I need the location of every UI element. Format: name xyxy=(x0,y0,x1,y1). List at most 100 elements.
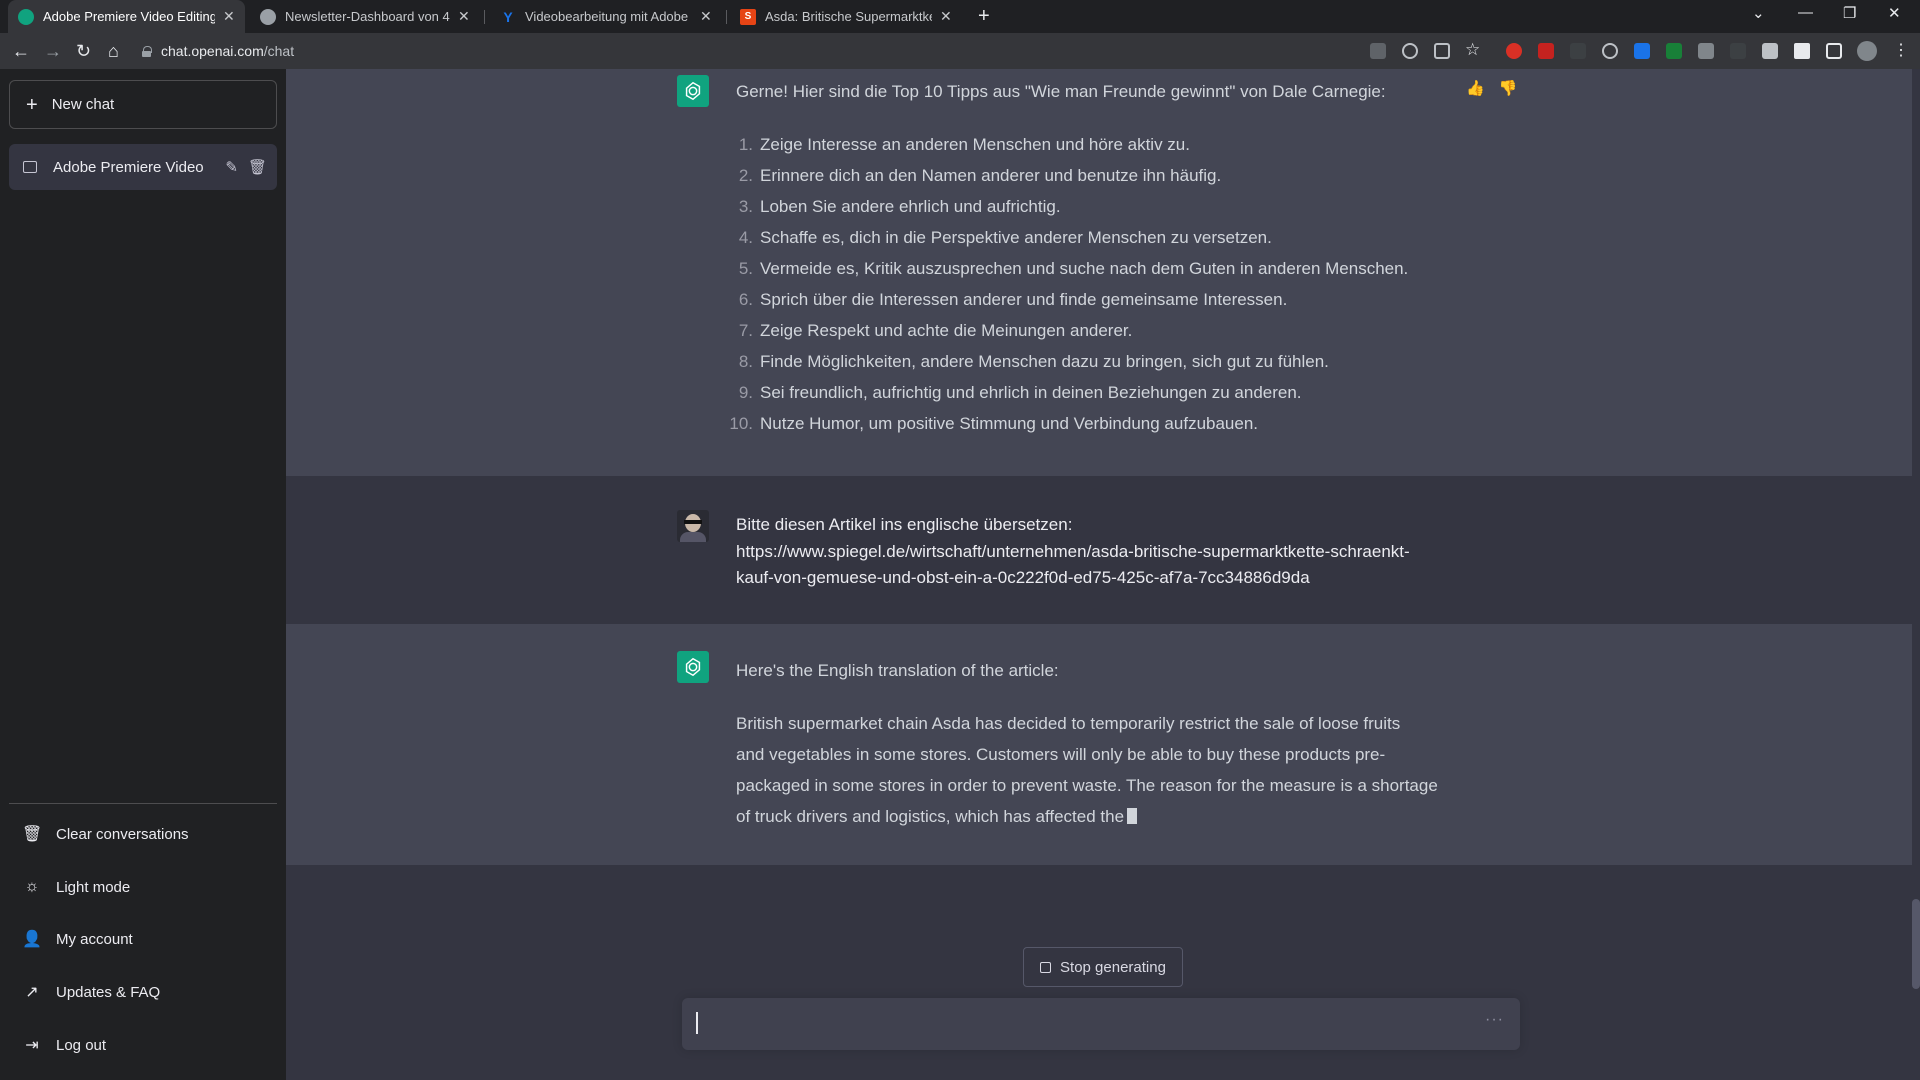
new-chat-button[interactable]: + New chat xyxy=(9,80,277,129)
message-intro: Gerne! Hier sind die Top 10 Tipps aus "W… xyxy=(736,82,1386,101)
download-icon[interactable] xyxy=(1666,43,1682,59)
sidebar-item-label: My account xyxy=(56,930,133,948)
lastpass-icon[interactable] xyxy=(1538,43,1554,59)
translator-icon[interactable] xyxy=(1634,43,1650,59)
list-item: 4. Schaffe es, dich in die Perspektive an… xyxy=(738,228,1272,247)
adblock-icon[interactable] xyxy=(1506,43,1522,59)
my-account-button[interactable]: 👤 My account xyxy=(9,917,277,961)
log-out-button[interactable]: ⇥ Log out xyxy=(9,1023,277,1067)
message-input[interactable]: ··· xyxy=(682,998,1520,1050)
list-item: 10. Nutze Humor, um positive Stimmung und… xyxy=(729,414,1259,433)
thumbs-down-icon[interactable]: 👎 xyxy=(1499,80,1518,97)
trash-icon: 🗑 xyxy=(22,826,43,843)
list-item: 2. Erinnere dich an den Namen anderer und… xyxy=(738,166,1222,185)
close-window-icon[interactable]: ✕ xyxy=(1888,4,1901,22)
sidepanel-icon[interactable] xyxy=(1826,43,1842,59)
external-link-icon: ↗ xyxy=(25,984,39,1001)
vpn-icon[interactable] xyxy=(1602,43,1618,59)
video-favicon-icon: Y xyxy=(503,8,513,25)
stop-icon xyxy=(1040,961,1052,973)
light-mode-button[interactable]: ☼ Light mode xyxy=(9,865,277,909)
profile-icon[interactable] xyxy=(1857,41,1877,61)
message-content: Gerne! Hier sind die Top 10 Tipps aus "W… xyxy=(729,78,1456,439)
list-item: 1. Zeige Interesse an anderen Menschen un… xyxy=(738,135,1190,154)
tab-title: Newsletter-Dashboard von 4eck xyxy=(285,9,450,24)
close-tab-icon[interactable]: ✕ xyxy=(940,8,952,25)
conversation-label: Adobe Premiere Video xyxy=(53,158,204,176)
conversation-item[interactable]: Adobe Premiere Video ✎ 🗑 xyxy=(9,144,277,190)
stop-generating-button[interactable]: Stop generating xyxy=(1023,947,1183,987)
openai-favicon-icon xyxy=(18,8,34,25)
address-bar[interactable]: chat.openai.com/chat xyxy=(142,39,294,63)
clear-conversations-button[interactable]: 🗑 Clear conversations xyxy=(9,812,277,856)
forward-arrow-icon[interactable]: → xyxy=(44,40,62,62)
browser-tab-1[interactable]: Newsletter-Dashboard von 4eck ✕ xyxy=(250,0,480,33)
back-arrow-icon[interactable]: ← xyxy=(12,40,30,62)
bookmark-star-icon[interactable]: ☆ xyxy=(1465,39,1480,61)
close-tab-icon[interactable]: ✕ xyxy=(700,8,712,25)
tab-search-chevron-icon[interactable]: ⌄ xyxy=(1752,4,1765,22)
browser-toolbar: ← → ↻ ⌂ chat.openai.com/chat ☆ ⋮ xyxy=(0,33,1920,69)
list-item: 9. Sei freundlich, aufrichtig und ehrlich… xyxy=(738,383,1302,402)
user-message: Bitte diesen Artikel ins englische übers… xyxy=(286,476,1912,624)
url-host: chat.openai.com xyxy=(161,43,264,59)
tab-title: Videobearbeitung mit Adobe Pre xyxy=(525,9,692,24)
tips-list: 1. Zeige Interesse an anderen Menschen un… xyxy=(729,129,1456,439)
zoom-icon[interactable] xyxy=(1402,43,1418,59)
sidebar: + New chat Adobe Premiere Video ✎ 🗑 🗑 Cl… xyxy=(0,69,286,1080)
list-item: 3. Loben Sie andere ehrlich und aufrichti… xyxy=(738,197,1061,216)
globe-favicon-icon xyxy=(260,8,276,25)
ext-icon[interactable] xyxy=(1730,43,1746,59)
list-item: 5. Vermeide es, Kritik auszusprechen und … xyxy=(738,259,1409,278)
menu-icon[interactable]: ⋮ xyxy=(1893,40,1909,62)
close-tab-icon[interactable]: ✕ xyxy=(458,8,470,25)
edit-icon[interactable]: ✎ xyxy=(225,158,238,176)
puzzle-icon[interactable] xyxy=(1794,43,1810,59)
message-line: Bitte diesen Artikel ins englische übers… xyxy=(736,515,1073,534)
minimize-icon[interactable]: — xyxy=(1798,4,1813,21)
loading-dots: ··· xyxy=(1485,1011,1504,1028)
tab-separator xyxy=(726,10,727,24)
browser-tabstrip: Adobe Premiere Video Editing. ✕ Newslett… xyxy=(0,0,1920,33)
updates-faq-link[interactable]: ↗ Updates & FAQ xyxy=(9,970,277,1014)
browser-tab-2[interactable]: Y Videobearbeitung mit Adobe Pre ✕ xyxy=(490,0,722,33)
list-item: 7. Zeige Respekt und achte die Meinungen … xyxy=(738,321,1133,340)
browser-tab-0[interactable]: Adobe Premiere Video Editing. ✕ xyxy=(8,0,245,33)
chat-area: Gerne! Hier sind die Top 10 Tipps aus "W… xyxy=(286,69,1920,1080)
message-intro: Here's the English translation of the ar… xyxy=(736,661,1059,680)
article-link-text: https://www.spiegel.de/wirtschaft/untern… xyxy=(736,541,1410,561)
list-item: 8. Finde Möglichkeiten, andere Menschen d… xyxy=(738,352,1329,371)
message-line: packaged in some stores in order to prev… xyxy=(736,776,1438,795)
tab-title: Adobe Premiere Video Editing. xyxy=(43,9,215,24)
message-line: British supermarket chain Asda has decid… xyxy=(736,714,1401,733)
thumbs-up-icon[interactable]: 👍 xyxy=(1466,80,1485,97)
home-icon[interactable]: ⌂ xyxy=(108,40,119,62)
sidebar-divider xyxy=(9,803,277,804)
new-chat-label: New chat xyxy=(51,96,115,113)
url-path: /chat xyxy=(263,43,295,59)
restore-icon[interactable]: ❐ xyxy=(1843,4,1856,22)
sidebar-item-label: Updates & FAQ xyxy=(56,983,161,1001)
browser-tab-3[interactable]: S Asda: Britische Supermarktkette ✕ xyxy=(730,0,962,33)
new-tab-plus-icon[interactable]: + xyxy=(978,5,990,28)
grammar-icon[interactable] xyxy=(1570,43,1586,59)
screen: Adobe Premiere Video Editing. ✕ Newslett… xyxy=(0,0,1920,1080)
chatgpt-logo-icon xyxy=(677,651,709,683)
lock-icon xyxy=(142,45,152,57)
scrollbar[interactable] xyxy=(1912,899,1920,989)
chatgpt-logo-icon xyxy=(677,75,709,107)
close-tab-icon[interactable]: ✕ xyxy=(223,8,235,25)
translate-icon[interactable] xyxy=(1370,43,1386,59)
trash-icon[interactable]: 🗑 xyxy=(248,158,267,176)
sun-icon: ☼ xyxy=(24,878,40,895)
chat-bubble-icon xyxy=(23,161,37,173)
sidebar-item-label: Log out xyxy=(56,1036,107,1054)
window-icon[interactable] xyxy=(1698,43,1714,59)
feedback-buttons: 👍 👎 xyxy=(1466,79,1518,97)
reload-icon[interactable]: ↻ xyxy=(76,40,91,62)
share-icon[interactable] xyxy=(1434,43,1450,59)
camera-icon[interactable] xyxy=(1762,43,1778,59)
message-line-last: of truck drivers and logistics, which ha… xyxy=(736,801,1476,832)
sidebar-item-label: Clear conversations xyxy=(56,825,189,843)
assistant-message: Here's the English translation of the ar… xyxy=(286,624,1912,865)
